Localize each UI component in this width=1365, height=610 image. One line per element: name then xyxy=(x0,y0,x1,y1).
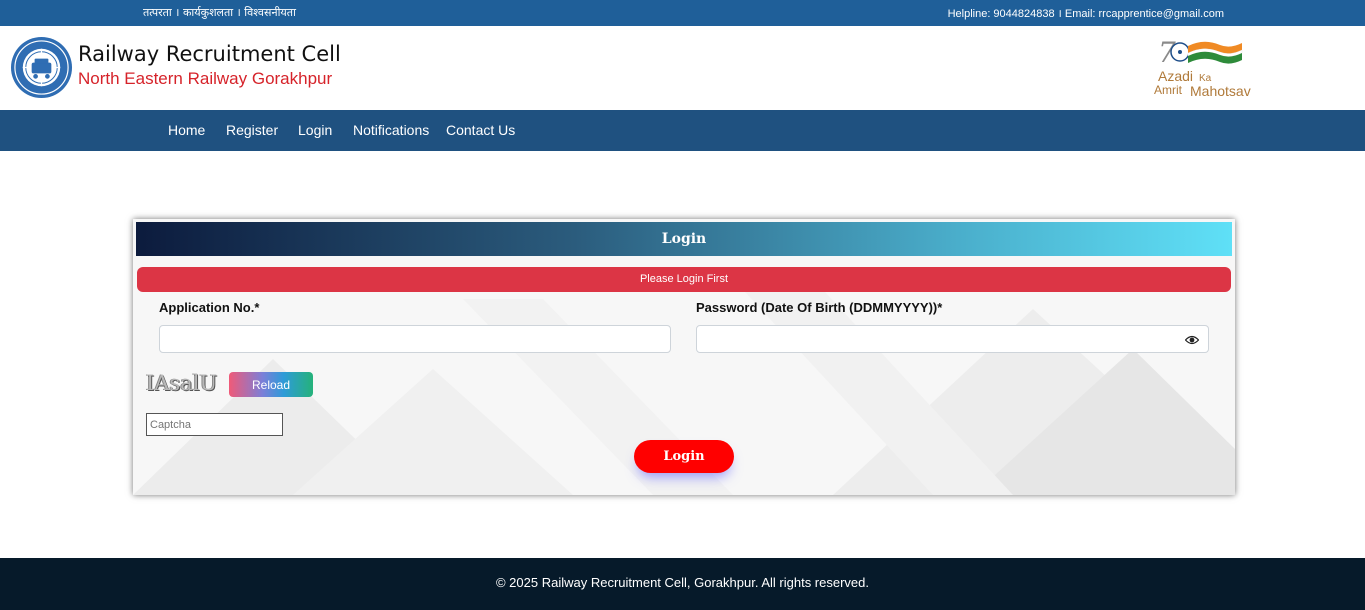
footer-copyright: © 2025 Railway Recruitment Cell, Gorakhp… xyxy=(495,575,869,590)
azadi-word: Azadi xyxy=(1158,68,1193,84)
azadi-ka-amrit-mahotsav-logo-icon: 7 Azadi Ka Amrit Mahotsav xyxy=(1154,36,1251,99)
password-input[interactable] xyxy=(696,325,1176,353)
nav-home[interactable]: Home xyxy=(168,122,205,138)
amrit-word: Amrit xyxy=(1154,83,1183,97)
nav-login[interactable]: Login xyxy=(298,122,332,138)
captcha-input[interactable] xyxy=(146,413,283,436)
login-card-title: Login xyxy=(136,222,1232,256)
reload-captcha-button[interactable]: Reload xyxy=(229,372,313,397)
captcha-image: IAsalU xyxy=(146,371,218,395)
helpline-contact: Helpline: 9044824838 । Email: rrcapprent… xyxy=(947,8,1224,20)
application-number-input[interactable] xyxy=(159,325,671,353)
site-header: Railway Recruitment Cell North Eastern R… xyxy=(0,26,1365,110)
eye-icon xyxy=(1185,335,1199,345)
nav-contact-us[interactable]: Contact Us xyxy=(446,122,515,138)
site-title: Railway Recruitment Cell xyxy=(78,42,341,66)
nav-notifications[interactable]: Notifications xyxy=(353,122,429,138)
top-bar: तत्परता । कार्यकुशलता । विश्वसनीयता Help… xyxy=(0,0,1365,26)
password-label: Password (Date Of Birth (DDMMYYYY))* xyxy=(696,300,943,315)
application-number-label: Application No.* xyxy=(159,300,260,315)
mahotsav-word: Mahotsav xyxy=(1190,83,1251,99)
login-submit-button[interactable]: Login xyxy=(634,440,734,473)
svg-text:7: 7 xyxy=(1158,36,1176,69)
nav-register[interactable]: Register xyxy=(226,122,278,138)
motto-text: तत्परता । कार्यकुशलता । विश्वसनीयता xyxy=(143,6,296,19)
main-nav: Home Register Login Notifications Contac… xyxy=(0,110,1365,151)
site-subtitle: North Eastern Railway Gorakhpur xyxy=(78,69,333,88)
login-card: Login Please Login First Application No.… xyxy=(133,219,1235,495)
railway-logo-icon[interactable] xyxy=(10,36,73,99)
login-alert: Please Login First xyxy=(137,267,1231,292)
site-footer: © 2025 Railway Recruitment Cell, Gorakhp… xyxy=(0,558,1365,610)
toggle-password-button[interactable] xyxy=(1175,325,1209,353)
